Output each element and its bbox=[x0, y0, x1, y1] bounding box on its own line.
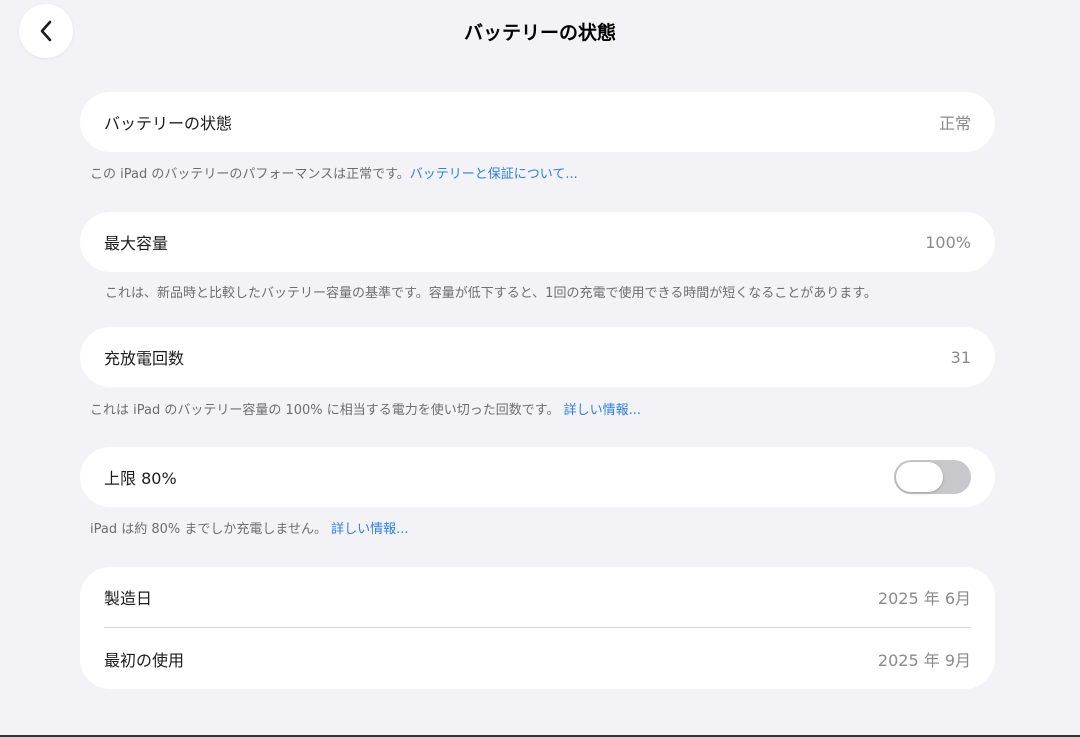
cycle-count-footer: これは iPad のバッテリー容量の 100% に相当する電力を使い切った回数で… bbox=[90, 399, 641, 418]
max-capacity-footer: これは、新品時と比較したバッテリー容量の基準です。容量が低下すると、1回の充電で… bbox=[105, 282, 877, 301]
battery-health-footer: この iPad のバッテリーのパフォーマンスは正常です。バッテリーと保証について… bbox=[90, 163, 578, 182]
limit-toggle[interactable] bbox=[894, 460, 971, 494]
limit-card: 上限 80% bbox=[80, 447, 995, 507]
cycle-count-footer-text: これは iPad のバッテリー容量の 100% に相当する電力を使い切った回数で… bbox=[90, 403, 560, 418]
battery-health-value: 正常 bbox=[938, 114, 971, 133]
limit-label: 上限 80% bbox=[104, 469, 177, 488]
battery-health-footer-text: この iPad のバッテリーのパフォーマンスは正常です。 bbox=[90, 167, 410, 182]
manufacture-row: 製造日 2025 年 6月 bbox=[80, 567, 995, 627]
dates-card: 製造日 2025 年 6月 最初の使用 2025 年 9月 bbox=[80, 567, 995, 689]
battery-health-card: バッテリーの状態 正常 bbox=[80, 92, 995, 152]
toggle-knob bbox=[896, 462, 943, 492]
limit-footer-text: iPad は約 80% までしか充電しません。 bbox=[90, 522, 327, 537]
max-capacity-row: 最大容量 100% bbox=[80, 212, 995, 272]
manufacture-value: 2025 年 6月 bbox=[877, 589, 971, 608]
first-use-value: 2025 年 9月 bbox=[877, 650, 971, 670]
max-capacity-footer-text: これは、新品時と比較したバッテリー容量の基準です。容量が低下すると、1回の充電で… bbox=[105, 286, 877, 301]
first-use-label: 最初の使用 bbox=[104, 650, 185, 670]
battery-health-row[interactable]: バッテリーの状態 正常 bbox=[80, 92, 995, 152]
max-capacity-card: 最大容量 100% bbox=[80, 212, 995, 272]
max-capacity-label: 最大容量 bbox=[104, 234, 169, 253]
cycle-count-row: 充放電回数 31 bbox=[80, 327, 995, 387]
cycle-count-value: 31 bbox=[950, 347, 971, 367]
limit-row: 上限 80% bbox=[80, 447, 995, 507]
limit-more-link[interactable]: 詳しい情報... bbox=[331, 522, 408, 537]
battery-warranty-link[interactable]: バッテリーと保証について... bbox=[410, 167, 578, 182]
cycle-count-more-link[interactable]: 詳しい情報... bbox=[564, 403, 641, 418]
limit-footer: iPad は約 80% までしか充電しません。 詳しい情報... bbox=[90, 518, 409, 537]
cycle-count-label: 充放電回数 bbox=[104, 349, 185, 368]
first-use-row: 最初の使用 2025 年 9月 bbox=[80, 628, 995, 689]
page-title: バッテリーの状態 bbox=[463, 22, 616, 44]
max-capacity-value: 100% bbox=[925, 232, 971, 252]
battery-health-label: バッテリーの状態 bbox=[104, 114, 233, 133]
manufacture-label: 製造日 bbox=[104, 589, 153, 608]
cycle-count-card: 充放電回数 31 bbox=[80, 327, 995, 387]
